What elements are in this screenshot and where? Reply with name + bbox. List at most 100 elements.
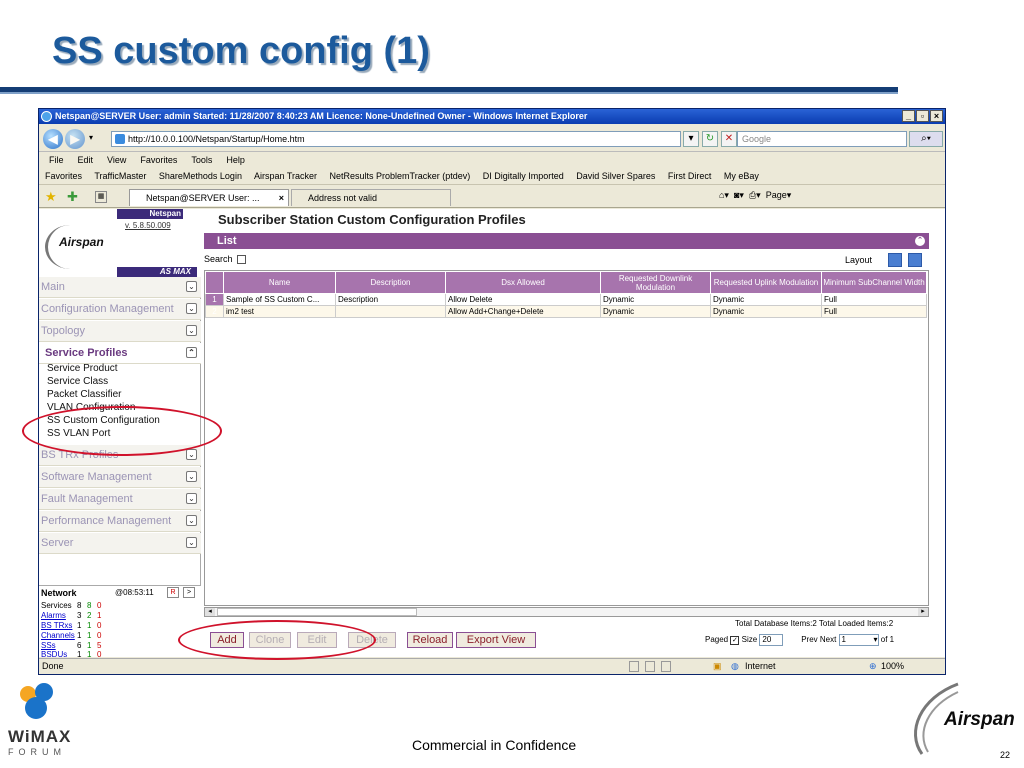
nav-fault-management[interactable]: Fault Management ⌄ — [39, 489, 201, 510]
next-button[interactable]: > — [183, 587, 195, 598]
column-header[interactable]: Name — [223, 271, 336, 294]
fav-link[interactable]: First Direct — [668, 171, 712, 181]
zoom-level[interactable]: 100% — [881, 659, 904, 674]
favorites-label[interactable]: Favorites — [45, 171, 82, 181]
address-dropdown-icon[interactable]: ▾ — [683, 131, 699, 147]
fav-link[interactable]: TrafficMaster — [94, 171, 146, 181]
table-cell[interactable]: Dynamic — [710, 293, 822, 306]
chevron-down-icon[interactable]: ▾ — [874, 635, 878, 644]
nav-service-class[interactable]: Service Class — [47, 376, 108, 387]
column-header[interactable]: Requested Downlink Modulation — [600, 271, 711, 294]
table-row[interactable]: 1 Sample of SS Custom C... Description A… — [205, 293, 927, 306]
fav-link[interactable]: DI Digitally Imported — [483, 171, 564, 181]
network-row[interactable]: SSs 6 1 5 — [41, 641, 101, 650]
tab-address-not-valid[interactable]: Address not valid — [291, 189, 451, 206]
scroll-right-icon[interactable]: ▸ — [918, 608, 928, 616]
prev-next-links[interactable]: Prev Next — [801, 635, 836, 644]
fav-link[interactable]: David Silver Spares — [576, 171, 655, 181]
stop-icon[interactable]: ✕ — [721, 131, 737, 147]
paged-checkbox[interactable]: ✓ — [730, 635, 740, 645]
print-icon[interactable]: ⎙▾ — [749, 190, 761, 200]
menu-view[interactable]: View — [107, 153, 126, 168]
nav-software-management[interactable]: Software Management ⌄ — [39, 467, 201, 488]
chevron-down-icon[interactable]: ⌄ — [186, 303, 197, 314]
menu-help[interactable]: Help — [226, 153, 245, 168]
layout-icon[interactable] — [888, 253, 902, 267]
chevron-down-icon[interactable]: ⌄ — [186, 449, 197, 460]
table-cell[interactable]: Allow Add+Change+Delete — [445, 305, 601, 318]
nav-packet-classifier[interactable]: Packet Classifier — [47, 389, 121, 400]
forward-icon[interactable]: ▶ — [65, 129, 85, 149]
add-favorite-icon[interactable]: ✚ — [67, 189, 78, 205]
menu-favorites[interactable]: Favorites — [140, 153, 177, 168]
page-select[interactable]: 1 ▾ — [838, 634, 879, 646]
quick-tabs-icon[interactable]: ▦ — [95, 191, 107, 203]
chevron-down-icon[interactable]: ⌄ — [186, 471, 197, 482]
table-cell[interactable]: Sample of SS Custom C... — [223, 293, 336, 306]
refresh-icon[interactable]: ↻ — [702, 131, 718, 147]
tab-close-icon[interactable]: × — [279, 190, 284, 206]
page-size-input[interactable]: 20 — [759, 634, 784, 646]
search-toggle[interactable]: Search — [204, 254, 246, 265]
nav-performance-management[interactable]: Performance Management ⌄ — [39, 511, 201, 532]
table-cell[interactable]: Dynamic — [600, 305, 711, 318]
menu-tools[interactable]: Tools — [191, 153, 212, 168]
horizontal-scrollbar[interactable]: ◂ ▸ — [204, 607, 929, 617]
tab-netspan[interactable]: Netspan@SERVER User: ... × — [129, 189, 289, 206]
nav-service-profiles[interactable]: Service Profiles ⌃ — [39, 343, 201, 364]
nav-main[interactable]: Main ⌄ — [39, 277, 201, 298]
favorites-star-icon[interactable]: ★ — [45, 189, 57, 205]
search-icon[interactable]: ⌕▾ — [909, 131, 943, 147]
close-button[interactable]: × — [930, 110, 943, 122]
table-cell[interactable]: Dynamic — [710, 305, 822, 318]
search-checkbox[interactable] — [236, 255, 246, 265]
chevron-down-icon[interactable]: ⌄ — [186, 493, 197, 504]
chevron-down-icon[interactable]: ⌄ — [186, 537, 197, 548]
table-cell[interactable]: Full — [821, 305, 927, 318]
fav-link[interactable]: NetResults ProblemTracker (ptdev) — [330, 171, 471, 181]
table-cell[interactable]: Allow Delete — [445, 293, 601, 306]
collapse-icon[interactable]: ⌃ — [915, 236, 925, 246]
network-row[interactable]: Channels 1 1 0 — [41, 631, 101, 640]
search-input[interactable]: Google — [737, 131, 907, 147]
fav-link[interactable]: My eBay — [724, 171, 759, 181]
export-view-button[interactable]: Export View — [456, 632, 536, 648]
fav-link[interactable]: Airspan Tracker — [254, 171, 317, 181]
table-cell[interactable]: Full — [821, 293, 927, 306]
window-titlebar[interactable]: Netspan@SERVER User: admin Started: 11/2… — [39, 109, 945, 124]
column-header[interactable]: Minimum SubChannel Width — [821, 271, 927, 294]
feeds-icon[interactable]: ◙▾ — [734, 190, 744, 200]
save-icon[interactable] — [908, 253, 922, 267]
history-dropdown-icon[interactable]: ▾ — [89, 133, 93, 142]
chevron-down-icon[interactable]: ⌄ — [186, 325, 197, 336]
chevron-up-icon[interactable]: ⌃ — [186, 347, 197, 358]
table-row[interactable]: 2 im2 test Allow Add+Change+Delete Dynam… — [205, 305, 927, 318]
reload-button[interactable]: Reload — [407, 632, 453, 648]
menu-edit[interactable]: Edit — [78, 153, 94, 168]
refresh-button[interactable]: R — [167, 587, 179, 598]
fav-link[interactable]: ShareMethods Login — [159, 171, 242, 181]
nav-configuration-management[interactable]: Configuration Management ⌄ — [39, 299, 201, 320]
menu-file[interactable]: File — [49, 153, 64, 168]
nav-service-product[interactable]: Service Product — [47, 363, 118, 374]
back-icon[interactable]: ◀ — [43, 129, 63, 149]
table-cell[interactable] — [335, 305, 446, 318]
page-menu[interactable]: Page — [766, 190, 787, 200]
scroll-thumb[interactable] — [217, 608, 417, 616]
table-cell[interactable]: im2 test — [223, 305, 336, 318]
chevron-down-icon[interactable]: ⌄ — [186, 515, 197, 526]
zoom-icon[interactable]: ⊕ — [869, 659, 877, 674]
minimize-button[interactable]: _ — [902, 110, 915, 122]
nav-topology[interactable]: Topology ⌄ — [39, 321, 201, 342]
scroll-left-icon[interactable]: ◂ — [205, 608, 215, 616]
home-icon[interactable]: ⌂▾ — [719, 190, 729, 200]
column-header[interactable]: Requested Uplink Modulation — [710, 271, 822, 294]
column-header[interactable]: Dsx Allowed — [445, 271, 601, 294]
column-header[interactable]: Description — [335, 271, 446, 294]
table-cell[interactable]: Dynamic — [600, 293, 711, 306]
network-row[interactable]: Alarms 3 2 1 — [41, 611, 101, 620]
chevron-down-icon[interactable]: ⌄ — [186, 281, 197, 292]
table-cell[interactable]: Description — [335, 293, 446, 306]
nav-server[interactable]: Server ⌄ — [39, 533, 201, 554]
network-row[interactable]: BS TRxs 1 1 0 — [41, 621, 101, 630]
